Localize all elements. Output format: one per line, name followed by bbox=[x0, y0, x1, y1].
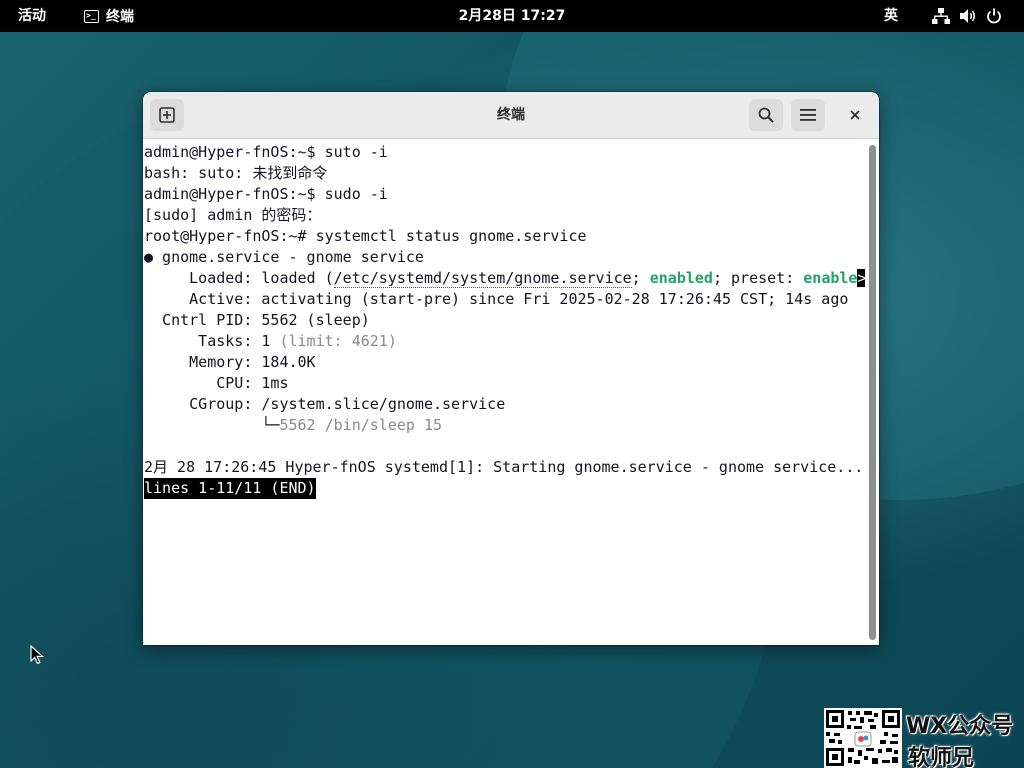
tree-prefix: └─ bbox=[144, 416, 280, 434]
preset-label: ; preset: bbox=[712, 269, 804, 287]
terminal-line-loaded: Loaded: loaded (/etc/systemd/system/gnom… bbox=[144, 268, 867, 289]
terminal-line: root@Hyper-fnOS:~# systemctl status gnom… bbox=[144, 227, 587, 245]
terminal-window[interactable]: 终端 admin@Hyper-fnOS:~$ suto -i bash: sut… bbox=[143, 92, 879, 645]
watermark-line2: 软师兄 bbox=[908, 746, 975, 768]
new-tab-button[interactable] bbox=[150, 99, 184, 131]
tree-process: 5562 /bin/sleep 15 bbox=[279, 416, 443, 434]
network-icon bbox=[932, 8, 950, 24]
watermark: WX公众号 软师兄 bbox=[824, 708, 1024, 768]
close-button[interactable] bbox=[839, 99, 871, 131]
loaded-separator: ; bbox=[631, 269, 650, 287]
power-icon bbox=[987, 8, 1001, 24]
terminal-line: [sudo] admin 的密码： bbox=[144, 206, 322, 224]
close-icon bbox=[850, 110, 860, 120]
terminal-scrollbar[interactable] bbox=[865, 140, 879, 645]
preset-state: enable bbox=[803, 269, 858, 287]
new-tab-icon bbox=[159, 107, 175, 123]
tasks-limit: (limit: 4621) bbox=[279, 332, 397, 350]
terminal-line: bash: suto: 未找到命令 bbox=[144, 164, 328, 182]
terminal-line-cgroup: CGroup: /system.slice/gnome.service bbox=[144, 395, 506, 413]
terminal-app-icon: >_ bbox=[84, 9, 99, 23]
app-menu-label: 终端 bbox=[106, 9, 134, 25]
window-headerbar[interactable]: 终端 bbox=[143, 92, 879, 139]
tasks-label: Tasks: 1 bbox=[144, 332, 280, 350]
search-button[interactable] bbox=[749, 99, 783, 131]
terminal-line-pid: Cntrl PID: 5562 (sleep) bbox=[144, 311, 370, 329]
terminal-line: admin@Hyper-fnOS:~$ suto -i bbox=[144, 143, 388, 161]
pager-status: lines 1-11/11 (END) bbox=[144, 478, 316, 499]
mouse-pointer-icon bbox=[30, 645, 44, 665]
search-icon bbox=[758, 107, 774, 123]
terminal-line: ● gnome.service - gnome service bbox=[144, 248, 424, 266]
app-menu[interactable]: >_ 终端 bbox=[84, 0, 134, 32]
clock-button[interactable]: 2月28日 17:27 bbox=[459, 8, 566, 24]
activities-button[interactable]: 活动 bbox=[10, 0, 54, 32]
main-menu-button[interactable] bbox=[791, 99, 825, 131]
volume-icon bbox=[960, 9, 975, 23]
system-status-menu[interactable] bbox=[932, 0, 1002, 32]
unit-file-path: /etc/systemd/system/gnome.service bbox=[333, 269, 632, 288]
enabled-state: enabled bbox=[649, 269, 713, 287]
watermark-line1: WX公众号 bbox=[906, 714, 1014, 739]
menu-icon bbox=[800, 109, 816, 121]
qr-code-icon bbox=[824, 708, 902, 768]
top-bar: 活动 >_ 终端 2月28日 17:27 英 bbox=[0, 0, 1024, 32]
terminal-output[interactable]: admin@Hyper-fnOS:~$ suto -i bash: suto: … bbox=[143, 140, 867, 645]
loaded-label: Loaded: loaded ( bbox=[144, 269, 334, 287]
terminal-line: admin@Hyper-fnOS:~$ sudo -i bbox=[144, 185, 388, 203]
terminal-line-memory: Memory: 184.0K bbox=[144, 353, 316, 371]
terminal-line-log: 2月 28 17:26:45 Hyper-fnOS systemd[1]: St… bbox=[144, 458, 864, 476]
terminal-line-active: Active: activating (start-pre) since Fri… bbox=[144, 290, 849, 308]
input-method-indicator[interactable]: 英 bbox=[884, 0, 898, 32]
terminal-line-tasks: Tasks: 1 (limit: 4621) bbox=[144, 331, 397, 352]
terminal-line-cgroup-tree: └─5562 /bin/sleep 15 bbox=[144, 415, 442, 436]
clock-area: 2月28日 17:27 bbox=[0, 0, 1024, 32]
scrollbar-thumb[interactable] bbox=[869, 145, 876, 640]
terminal-line-cpu: CPU: 1ms bbox=[144, 374, 289, 392]
